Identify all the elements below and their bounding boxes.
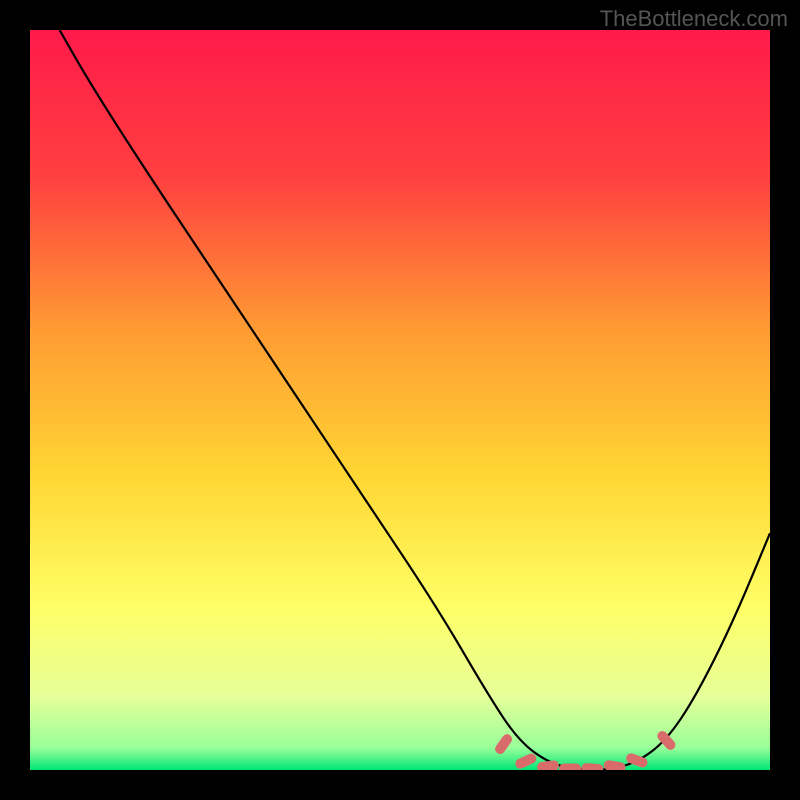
chart-container: TheBottleneck.com bbox=[0, 0, 800, 800]
gradient-background bbox=[30, 30, 770, 770]
chart-svg bbox=[30, 30, 770, 770]
plot-area bbox=[30, 30, 770, 770]
curve-marker bbox=[559, 764, 581, 770]
watermark-text: TheBottleneck.com bbox=[600, 6, 788, 32]
